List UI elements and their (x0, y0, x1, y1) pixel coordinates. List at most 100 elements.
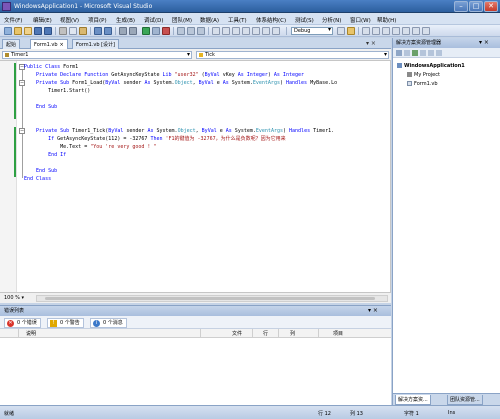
save-all-icon[interactable] (44, 27, 52, 35)
tab-start-page[interactable]: 起始 (2, 39, 21, 49)
tab-solution-explorer[interactable]: 解决方案资... (395, 395, 431, 405)
warnings-count-label: 0 个警告 (60, 320, 80, 326)
solution-configuration-select[interactable]: Debug (291, 27, 333, 35)
view-designer-icon[interactable] (428, 50, 434, 56)
code-line[interactable]: Private Declare Function GetAsyncKeyStat… (24, 71, 304, 79)
tree-item-project[interactable]: WindowsApplication1 (397, 62, 465, 70)
properties-window-icon[interactable] (372, 27, 380, 35)
open-file-icon[interactable] (24, 27, 32, 35)
tree-item-form1[interactable]: Form1.vb (407, 80, 438, 88)
menu-window[interactable]: 窗口(W) (350, 16, 371, 24)
messages-filter-button[interactable]: i 0 个消息 (90, 318, 127, 328)
navigate-forward-icon[interactable] (129, 27, 137, 35)
menu-project[interactable]: 项目(P) (88, 16, 107, 24)
view-code-icon[interactable] (420, 50, 426, 56)
code-navigation-bar: Timer1 ▾ Tick ▾ (0, 49, 391, 61)
code-line[interactable]: End Sub (24, 103, 57, 111)
errors-filter-button[interactable]: ✕ 0 个错误 (4, 318, 41, 328)
menu-analyze[interactable]: 分析(N) (322, 16, 341, 24)
code-line[interactable]: Public Class Form1 (24, 63, 78, 71)
start-page-icon[interactable] (402, 27, 410, 35)
minimize-button[interactable]: – (454, 1, 468, 12)
command-window-icon[interactable] (422, 27, 430, 35)
column-file[interactable]: 文件 (232, 330, 242, 337)
clear-bookmarks-icon[interactable] (272, 27, 280, 35)
menu-data[interactable]: 数据(A) (200, 16, 219, 24)
code-line[interactable]: End Class (24, 175, 51, 183)
start-debugging-icon[interactable] (142, 27, 150, 35)
step-out-icon[interactable] (197, 27, 205, 35)
changed-lines-indicator (14, 63, 16, 119)
error-list-window-controls[interactable]: ▾ × (368, 306, 378, 316)
horizontal-scrollbar[interactable] (36, 295, 388, 302)
previous-bookmark-icon[interactable] (262, 27, 270, 35)
code-line[interactable]: Me.Text = "You 're very good ! " (24, 143, 156, 151)
menu-build[interactable]: 生成(B) (116, 16, 135, 24)
menu-test[interactable]: 测试(S) (295, 16, 314, 24)
cut-icon[interactable] (59, 27, 67, 35)
warnings-filter-button[interactable]: ! 0 个警告 (47, 318, 84, 328)
find-in-files-icon[interactable] (347, 27, 355, 35)
find-icon[interactable] (212, 27, 220, 35)
class-name-select[interactable]: Timer1 ▾ (2, 51, 192, 59)
tab-team-explorer[interactable]: 团队资源管... (447, 395, 483, 405)
add-item-icon[interactable] (14, 27, 22, 35)
redo-icon[interactable] (104, 27, 112, 35)
maximize-button[interactable]: □ (469, 1, 483, 12)
menu-edit[interactable]: 编辑(E) (33, 16, 52, 24)
column-description[interactable]: 说明 (26, 330, 36, 337)
method-name-select[interactable]: Tick ▾ (196, 51, 389, 59)
column-line[interactable]: 行 (263, 330, 268, 337)
next-bookmark-icon[interactable] (252, 27, 260, 35)
code-token: GetAsyncKeyState (108, 72, 163, 78)
solution-explorer-window-controls[interactable]: ▾ × (479, 38, 489, 48)
platform-icon[interactable] (337, 27, 345, 35)
save-icon[interactable] (34, 27, 42, 35)
class-diagram-icon[interactable] (436, 50, 442, 56)
code-line[interactable]: End Sub (24, 167, 57, 175)
step-into-icon[interactable] (177, 27, 185, 35)
code-line[interactable]: If GetAsyncKeyState(112) = -32767 Then '… (24, 135, 286, 143)
tab-form1-vb[interactable]: Form1.vb × (30, 39, 68, 49)
extension-manager-icon[interactable] (412, 27, 420, 35)
properties-icon[interactable] (396, 50, 402, 56)
paste-icon[interactable] (79, 27, 87, 35)
code-editor[interactable]: − − − Public Class Form1 Private Declare… (0, 61, 391, 292)
menu-debug[interactable]: 调试(D) (144, 16, 164, 24)
menu-architecture[interactable]: 体系结构(C) (256, 16, 286, 24)
step-over-icon[interactable] (187, 27, 195, 35)
menu-help[interactable]: 帮助(H) (377, 16, 396, 24)
undo-icon[interactable] (94, 27, 102, 35)
menu-file[interactable]: 文件(F) (4, 16, 22, 24)
bookmark-icon[interactable] (242, 27, 250, 35)
column-column[interactable]: 列 (290, 330, 295, 337)
uncomment-icon[interactable] (232, 27, 240, 35)
show-all-files-icon[interactable] (404, 50, 410, 56)
copy-icon[interactable] (69, 27, 77, 35)
code-line[interactable]: Private Sub Timer1_Tick(ByVal sender As … (24, 127, 334, 135)
close-button[interactable]: ✕ (484, 1, 498, 12)
menu-view[interactable]: 视图(V) (60, 16, 79, 24)
column-project[interactable]: 项目 (333, 330, 343, 337)
comment-icon[interactable] (222, 27, 230, 35)
stop-debugging-icon[interactable] (162, 27, 170, 35)
refresh-icon[interactable] (412, 50, 418, 56)
break-all-icon[interactable] (152, 27, 160, 35)
menu-team[interactable]: 团队(M) (172, 16, 192, 24)
navigate-back-icon[interactable] (119, 27, 127, 35)
tree-item-my-project[interactable]: My Project (407, 71, 440, 79)
tab-strip-controls[interactable]: ▾ × (366, 40, 376, 47)
close-tab-icon[interactable]: × (60, 42, 64, 48)
zoom-select[interactable]: 100 % (4, 295, 24, 301)
object-browser-icon[interactable] (382, 27, 390, 35)
scrollbar-thumb[interactable] (45, 297, 375, 300)
new-project-icon[interactable] (4, 27, 12, 35)
code-line[interactable]: Timer1.Start() (24, 87, 90, 95)
solution-explorer-icon[interactable] (362, 27, 370, 35)
menu-tools[interactable]: 工具(T) (228, 16, 247, 24)
tab-form1-design[interactable]: Form1.vb [设计] (72, 39, 119, 49)
code-token: ByVal (108, 128, 124, 134)
code-line[interactable]: Private Sub Form1_Load(ByVal sender As S… (24, 79, 337, 87)
code-line[interactable]: End If (24, 151, 66, 159)
toolbox-icon[interactable] (392, 27, 400, 35)
